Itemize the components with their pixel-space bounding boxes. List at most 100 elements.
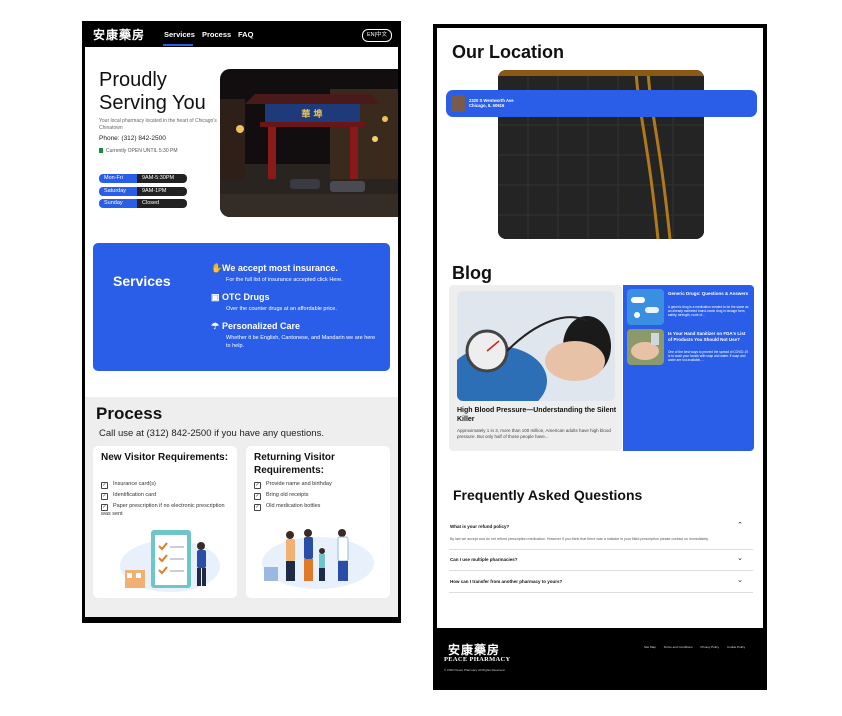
- blog-side-excerpt: A generic drug is a medication created t…: [668, 305, 749, 317]
- requirement-item: ✓ Old medication bottles: [254, 503, 321, 511]
- faq-item[interactable]: How can I transfer from another pharmacy…: [449, 571, 753, 593]
- service-desc: Over the counter drugs at an affordable …: [226, 306, 337, 312]
- blood-pressure-photo: [457, 291, 615, 401]
- blog-main-title[interactable]: High Blood Pressure—Understanding the Si…: [457, 406, 617, 424]
- requirement-item: ✓ Bring old receipts: [254, 492, 309, 500]
- chevron-down-icon[interactable]: ⌄: [737, 576, 743, 584]
- chinatown-gate-photo: 華 埠: [220, 69, 398, 217]
- process-section: Process Call use at (312) 842-2500 if yo…: [85, 397, 398, 617]
- hero-phone[interactable]: Phone: (312) 842-2500: [99, 135, 166, 142]
- hand-pill-icon: ✋: [211, 263, 223, 273]
- footer-link-sitemap[interactable]: Site Map: [644, 645, 656, 649]
- pills-photo: [627, 289, 664, 325]
- nav-active-indicator: [163, 44, 193, 46]
- blog-side-excerpt: One of the best ways to prevent the spre…: [668, 350, 749, 362]
- logo[interactable]: 安康藥房: [93, 26, 145, 43]
- hours-time: 9AM-1PM: [137, 187, 187, 196]
- services-title: Services: [113, 273, 171, 289]
- faq-answer: By law we accept and do not refund presc…: [450, 537, 709, 541]
- nav-link-services[interactable]: Services: [164, 30, 195, 39]
- status-indicator-icon: [99, 148, 103, 154]
- svg-text:華 埠: 華 埠: [301, 108, 322, 120]
- checkbox-icon: ✓: [101, 504, 108, 511]
- blog-side-item[interactable]: Is Your Hand Sanitizer on FDA's List of …: [627, 329, 752, 369]
- blog-title: Blog: [452, 263, 492, 283]
- open-status: Currently OPEN UNTIL 5:30 PM: [99, 148, 178, 154]
- address-card[interactable]: 2320 S Wentworth Ave Chicago, IL 60616: [446, 90, 757, 117]
- footer-link-terms[interactable]: Terms and Conditions: [664, 645, 693, 649]
- service-desc[interactable]: For the full list of insurance accepted …: [211, 277, 381, 285]
- service-item: ☂ Personalized Care Whether it be English…: [211, 321, 381, 350]
- footer-link-privacy[interactable]: Privacy Policy: [700, 645, 719, 649]
- service-item: ✋We accept most insurance. For the full …: [211, 263, 381, 285]
- faq-question[interactable]: What is your refund policy?: [450, 524, 509, 529]
- address-line2: Chicago, IL 60616: [469, 103, 505, 108]
- chevron-up-icon[interactable]: ⌃: [737, 521, 743, 529]
- blog-main-post[interactable]: High Blood Pressure—Understanding the Si…: [449, 285, 622, 451]
- requirement-item: ✓ Paper prescription if no electronic pre…: [101, 503, 225, 517]
- checklist-illustration: [120, 530, 220, 592]
- footer-links: Site Map Terms and Conditions Privacy Po…: [644, 645, 752, 649]
- service-item: ▣ OTC Drugs Over the counter drugs at an …: [211, 292, 381, 314]
- hours-row: Saturday 9AM-1PM: [99, 187, 187, 196]
- hours-row: Mon-Fri 9AM-5:30PM: [99, 174, 187, 183]
- blog-side-item[interactable]: Generic Drugs: Questions & Answers A gen…: [627, 289, 752, 329]
- service-title: We accept most insurance.: [222, 263, 338, 273]
- service-title: Personalized Care: [222, 321, 301, 331]
- card-title: New Visitor Requirements:: [101, 452, 229, 463]
- nav-link-process[interactable]: Process: [202, 30, 231, 39]
- hours-day: Mon-Fri: [99, 174, 137, 183]
- phone-mockup-right: Our Location 2320 S Wentworth Ave Chicag…: [433, 24, 767, 690]
- blog-main-excerpt: Approximately 1 in 3, more than 100 mill…: [457, 428, 611, 439]
- hours-time: 9AM-5:30PM: [137, 174, 187, 183]
- language-toggle[interactable]: EN|中文: [362, 29, 392, 42]
- address-text: 2320 S Wentworth Ave Chicago, IL 60616: [469, 98, 514, 108]
- checkbox-icon: ✓: [254, 493, 261, 500]
- footer-link-cookie[interactable]: Cookie Policy: [727, 645, 745, 649]
- footer: 安康藥房 PEACE PHARMACY © 2022 Peace Pharmac…: [437, 630, 763, 690]
- hero-title: Proudly Serving You: [99, 69, 206, 114]
- returning-visitor-card: Returning Visitor Requirements: ✓ Provide…: [246, 446, 390, 598]
- page-content-2: Our Location 2320 S Wentworth Ave Chicag…: [437, 28, 763, 628]
- process-title: Process: [96, 404, 163, 423]
- hours-row: Sunday Closed: [99, 199, 187, 208]
- services-section: Services ✋We accept most insurance. For …: [93, 243, 390, 371]
- phone-mockup-left: 安康藥房 Services Process FAQ EN|中文 Proudly …: [82, 21, 401, 623]
- checkbox-icon: ✓: [254, 504, 261, 511]
- blog-side-title[interactable]: Is Your Hand Sanitizer on FDA's List of …: [668, 331, 750, 342]
- checkbox-icon: ✓: [101, 482, 108, 489]
- blog-side-list: Generic Drugs: Questions & Answers A gen…: [623, 285, 754, 451]
- footer-copyright: © 2022 Peace Pharmacy All Rights Reserve…: [444, 668, 505, 672]
- process-subtitle: Call use at (312) 842-2500 if you have a…: [99, 428, 324, 439]
- requirement-item: ✓ Identification card: [101, 492, 157, 500]
- new-visitor-card: New Visitor Requirements: ✓ Insurance car…: [93, 446, 237, 598]
- footer-logo-en: PEACE PHARMACY: [444, 656, 511, 663]
- checkbox-icon: ✓: [254, 482, 261, 489]
- card-title: Returning Visitor Requirements:: [254, 452, 335, 476]
- location-title: Our Location: [452, 42, 564, 62]
- chevron-down-icon[interactable]: ⌄: [737, 554, 743, 562]
- faq-question[interactable]: How can I transfer from another pharmacy…: [450, 579, 562, 584]
- pill-bottle-icon: ▣: [211, 292, 220, 302]
- hero-subtitle: Your local pharmacy located in the heart…: [99, 118, 217, 131]
- requirement-item: ✓ Provide name and birthday: [254, 481, 332, 489]
- hand-sanitizer-photo: [627, 329, 664, 365]
- top-nav: 安康藥房 Services Process FAQ EN|中文: [82, 21, 401, 47]
- store-thumbnail: [451, 95, 465, 112]
- faq-question[interactable]: Can I use multiple pharmacies?: [450, 557, 518, 562]
- hours-day: Sunday: [99, 199, 137, 208]
- nav-link-faq[interactable]: FAQ: [238, 30, 253, 39]
- service-desc: Whether it be English, Cantonese, and Ma…: [226, 335, 376, 349]
- requirement-item: ✓ Insurance card(s): [101, 481, 156, 489]
- service-title: OTC Drugs: [222, 292, 270, 302]
- faq-item[interactable]: What is your refund policy? ⌃ By law we …: [449, 516, 753, 550]
- faq-title: Frequently Asked Questions: [453, 487, 643, 503]
- blog-side-title[interactable]: Generic Drugs: Questions & Answers: [668, 291, 750, 297]
- faq-item[interactable]: Can I use multiple pharmacies? ⌄: [449, 550, 753, 571]
- checkbox-icon: ✓: [101, 493, 108, 500]
- open-status-text: Currently OPEN UNTIL 5:30 PM: [106, 148, 178, 154]
- hours-day: Saturday: [99, 187, 137, 196]
- pharmacy-people-illustration: [262, 529, 374, 589]
- hours-time: Closed: [137, 199, 187, 208]
- umbrella-icon: ☂: [211, 321, 220, 331]
